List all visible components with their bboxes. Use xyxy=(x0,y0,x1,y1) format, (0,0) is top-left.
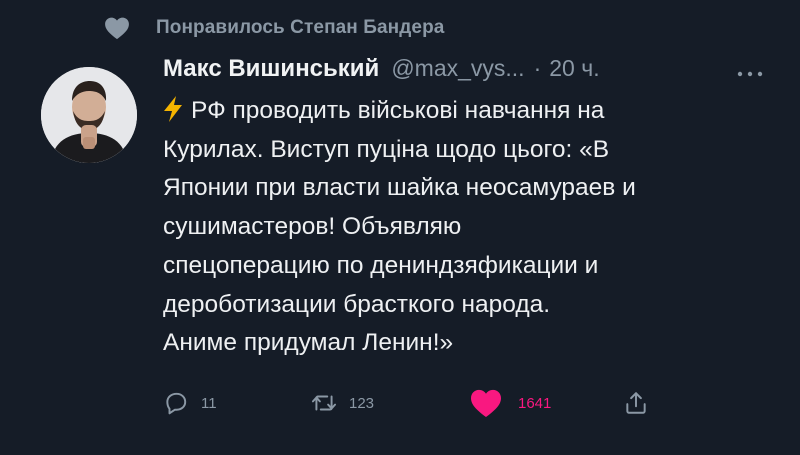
more-options-icon[interactable] xyxy=(736,66,764,77)
reply-button[interactable]: 11 xyxy=(163,388,217,418)
retweet-icon xyxy=(311,390,337,416)
separator-dot: · xyxy=(533,55,542,81)
reply-count: 11 xyxy=(201,394,217,412)
lightning-bolt-icon xyxy=(163,96,183,122)
author-handle[interactable]: @max_vys... xyxy=(391,55,524,82)
tweet-line: сушимастеров! Объявляю xyxy=(163,213,462,241)
heart-icon xyxy=(104,16,130,40)
tweet-line: дероботизации брасткого народа. xyxy=(163,290,551,318)
tweet-text: РФ проводить військові навчання на Курил… xyxy=(163,92,783,363)
share-icon xyxy=(623,390,649,416)
tweet[interactable]: Понравилось Степан Бандера Макс Вишинськ… xyxy=(0,0,800,455)
tweet-line: РФ проводить військові навчання на xyxy=(163,92,783,131)
tweet-time[interactable]: 20 ч. xyxy=(549,55,599,82)
tweet-line: Аниме придумал Ленин!» xyxy=(163,329,454,357)
tweet-actions: 11 123 1641 xyxy=(163,388,683,418)
tweet-line-text: РФ проводить військові навчання на xyxy=(191,97,605,124)
social-context: Понравилось Степан Бандера xyxy=(104,14,444,42)
like-count: 1641 xyxy=(518,394,552,412)
like-button[interactable]: 1641 xyxy=(469,388,551,418)
avatar[interactable] xyxy=(41,67,137,163)
tweet-line: Японии при власти шайка неосамураев и xyxy=(163,174,636,202)
author-name[interactable]: Макс Вишинський xyxy=(163,55,379,83)
liked-by-text[interactable]: Понравилось Степан Бандера xyxy=(156,17,444,39)
retweet-button[interactable]: 123 xyxy=(311,388,374,418)
retweet-count: 123 xyxy=(349,394,375,412)
reply-icon xyxy=(163,390,189,416)
tweet-header: Макс Вишинський @max_vys... · 20 ч. xyxy=(163,55,600,83)
share-button[interactable] xyxy=(623,388,649,418)
heart-icon xyxy=(469,388,503,418)
tweet-line: Курилах. Виступ пуціна щодо цього: «В xyxy=(163,135,610,163)
tweet-line: спецоперацию по дениндзяфикации и xyxy=(163,251,599,279)
